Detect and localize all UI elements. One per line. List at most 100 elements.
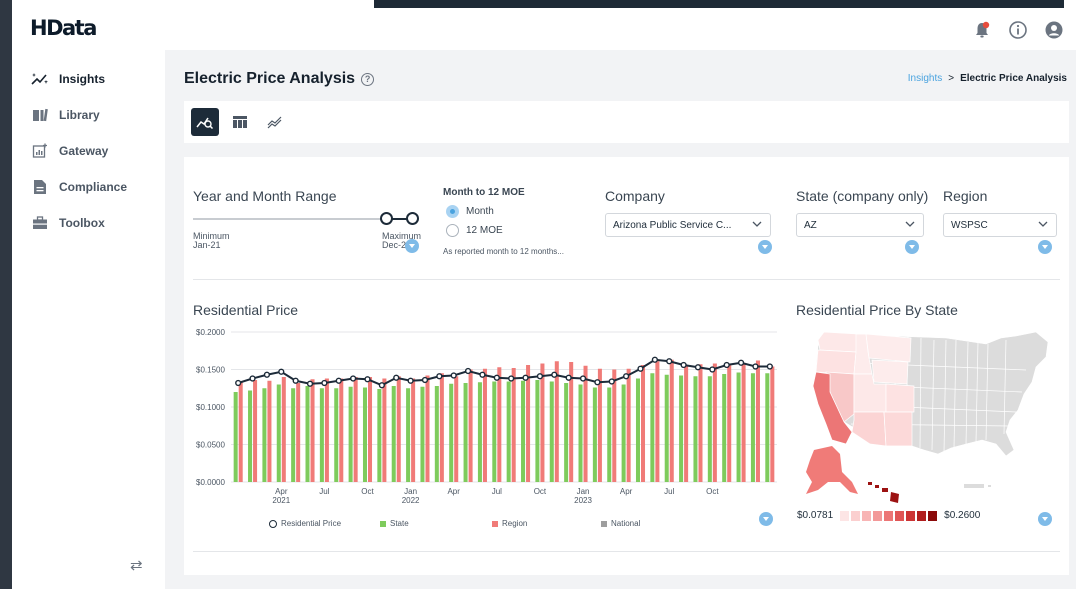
bar-state [463, 383, 468, 482]
bar-state [477, 382, 482, 482]
moe-radio-month[interactable] [446, 205, 459, 218]
point-residential-price [551, 371, 558, 378]
moe-radio-12moe-label: 12 MOE [466, 225, 503, 236]
x-tick-year-label: 2021 [272, 496, 290, 505]
moe-radio-month-label: Month [466, 206, 494, 217]
legend-national[interactable]: National [601, 519, 640, 528]
point-residential-price [321, 379, 328, 387]
sidebar-item-label: Toolbox [59, 216, 105, 230]
bar-state [362, 387, 367, 482]
residential-chart-title: Residential Price [193, 302, 299, 318]
bar-state [492, 381, 497, 482]
us-choropleth-map [806, 331, 1049, 503]
region-filter-dropdown-icon[interactable] [1038, 240, 1052, 254]
sidebar-item-label: Gateway [59, 144, 109, 158]
bar-state [592, 387, 597, 482]
state-select[interactable]: AZ [796, 213, 924, 237]
region-select-value: WSPSC [951, 219, 988, 231]
bar-state [521, 380, 526, 482]
breadcrumb-link-insights[interactable]: Insights [908, 73, 942, 84]
legend-region[interactable]: Region [492, 519, 527, 528]
map-state-nm [883, 411, 913, 447]
bar-state [305, 386, 310, 482]
briefcase-icon [31, 214, 49, 232]
sidebar-item-toolbox[interactable]: Toolbox [12, 205, 165, 241]
scale-min-label: $0.0781 [797, 510, 834, 521]
help-icon[interactable]: ? [361, 72, 375, 86]
sparkle-chart-icon [31, 70, 49, 88]
bar-state [291, 388, 296, 482]
bar-region [267, 380, 272, 482]
bar-region [281, 377, 286, 482]
point-residential-price [623, 373, 630, 380]
region-select[interactable]: WSPSC [943, 213, 1057, 237]
document-icon [31, 178, 49, 196]
scale-color-cell [840, 510, 850, 521]
app-logo[interactable]: HData [30, 16, 97, 40]
info-icon[interactable] [1008, 20, 1028, 40]
map-territory-pr [964, 484, 984, 488]
bar-region [698, 364, 703, 482]
bar-region [684, 365, 689, 482]
sidebar-item-library[interactable]: Library [12, 97, 165, 133]
scale-color-cell [873, 510, 883, 521]
x-tick-label: Apr [275, 487, 288, 496]
breadcrumb-separator: > [948, 73, 955, 84]
bar-region [411, 378, 416, 482]
trend-lines-icon [267, 116, 282, 129]
bar-region [296, 383, 301, 482]
swap-arrows-icon[interactable]: ⇄ [130, 556, 143, 574]
trend-view-button[interactable] [261, 108, 289, 136]
x-tick-label: Jan [577, 487, 590, 496]
state-filter-dropdown-icon[interactable] [905, 240, 919, 254]
legend-marker-circle [269, 519, 277, 528]
sidebar-item-insights[interactable]: Insights [12, 61, 165, 97]
scale-max-label: $0.2600 [944, 510, 981, 521]
bar-region [482, 368, 487, 482]
x-tick-label: Apr [620, 487, 633, 496]
main-content: Electric Price Analysis ? Insights > Ele… [165, 50, 1076, 589]
book-icon [31, 106, 49, 124]
table-view-button[interactable] [226, 108, 254, 136]
chart-filter-dropdown-icon[interactable] [759, 512, 773, 526]
user-icon[interactable] [1044, 20, 1064, 40]
sidebar-item-compliance[interactable]: Compliance [12, 169, 165, 205]
top-icons [972, 20, 1064, 40]
bar-state [621, 384, 626, 482]
point-residential-price [508, 375, 515, 382]
range-max-value: Dec-2 [382, 240, 407, 250]
point-residential-price [737, 359, 745, 366]
map-filter-dropdown-icon[interactable] [1038, 512, 1052, 526]
line-residential-price [237, 358, 770, 387]
legend-state[interactable]: State [380, 519, 409, 528]
map-state-ak [806, 446, 858, 494]
point-residential-price [350, 375, 357, 382]
range-filter-dropdown-icon[interactable] [405, 239, 419, 253]
company-select[interactable]: Arizona Public Service C... [605, 213, 771, 237]
point-residential-price [709, 366, 716, 373]
bar-state [348, 386, 353, 482]
bar-region [755, 360, 760, 482]
point-residential-price [522, 374, 529, 381]
company-filter-dropdown-icon[interactable] [758, 240, 772, 254]
bar-state [276, 384, 281, 482]
state-label: State (company only) [796, 188, 929, 204]
point-residential-price [364, 376, 371, 383]
point-residential-price [249, 375, 256, 382]
range-slider-max-handle[interactable] [406, 212, 419, 225]
bar-state [233, 392, 238, 482]
range-slider-min-handle[interactable] [380, 212, 393, 225]
point-residential-price [292, 377, 299, 384]
bar-state [664, 374, 669, 482]
map-state-az [851, 411, 887, 447]
bell-icon[interactable] [972, 20, 992, 40]
legend-residential-price[interactable]: Residential Price [269, 519, 341, 528]
company-label: Company [605, 188, 665, 204]
chart-view-button[interactable] [191, 108, 219, 136]
legend-label: Region [502, 519, 528, 528]
bar-state [391, 386, 396, 482]
moe-radio-12moe[interactable] [446, 224, 459, 237]
bar-region [583, 365, 588, 482]
sidebar-item-gateway[interactable]: Gateway [12, 133, 165, 169]
bar-state [319, 388, 324, 482]
